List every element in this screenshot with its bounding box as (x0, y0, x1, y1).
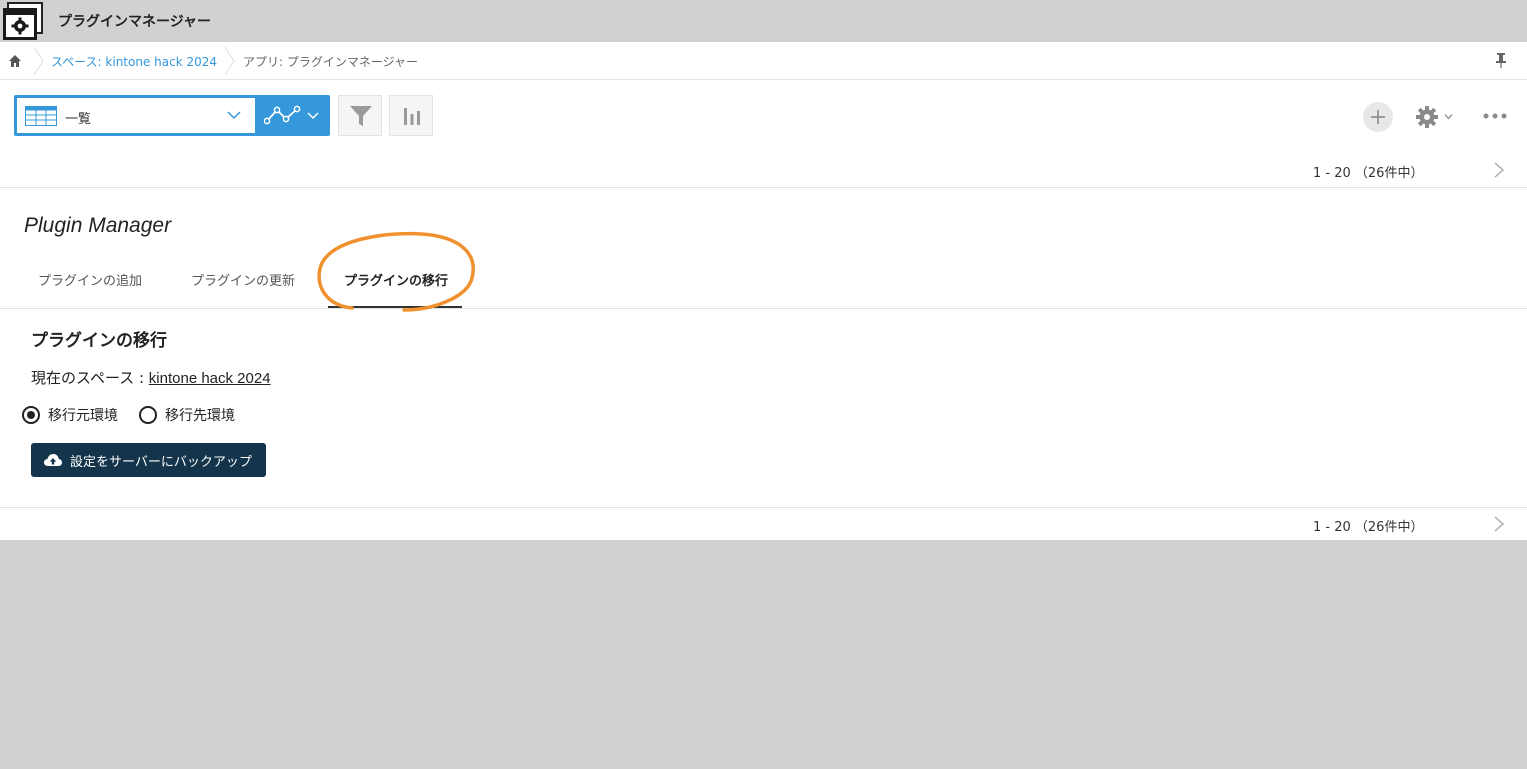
plugin-manager-title: Plugin Manager (24, 214, 172, 237)
radio-button-checked[interactable] (22, 406, 40, 424)
view-selector[interactable]: 一覧 (14, 95, 330, 136)
bar-chart-icon (404, 108, 420, 125)
pin-icon[interactable] (1495, 52, 1507, 68)
more-options-icon[interactable] (1482, 112, 1508, 120)
home-icon[interactable] (8, 54, 22, 68)
plus-icon (1371, 110, 1385, 124)
radio-source-label: 移行元環境 (48, 408, 118, 424)
breadcrumb-app: アプリ: プラグインマネージャー (243, 55, 419, 69)
breadcrumb-separator-icon (33, 46, 44, 76)
pager-range: 1 - 20 （26件中） (1313, 166, 1424, 181)
pager-range: 1 - 20 （26件中） (1313, 520, 1424, 535)
radio-target-label: 移行先環境 (165, 408, 235, 424)
view-label: 一覧 (65, 112, 92, 127)
tab-add-plugin[interactable]: プラグインの追加 (38, 270, 142, 289)
backup-to-server-button[interactable]: 設定をサーバーにバックアップ (31, 443, 266, 477)
view-dropdown[interactable]: 一覧 (17, 98, 255, 133)
tabs-border (0, 308, 1527, 309)
chevron-down-icon[interactable] (307, 111, 319, 120)
content-panel: スペース: kintone hack 2024 アプリ: プラグインマネージャー (0, 42, 1527, 540)
current-space: 現在のスペース : kintone hack 2024 (31, 367, 271, 388)
chevron-down-icon[interactable] (1444, 113, 1453, 120)
gear-icon[interactable] (1415, 105, 1439, 129)
chevron-down-icon (227, 111, 241, 120)
breadcrumb: スペース: kintone hack 2024 アプリ: プラグインマネージャー (0, 42, 1527, 80)
tab-update-plugin[interactable]: プラグインの更新 (191, 270, 295, 289)
app-title: プラグインマネージャー (58, 14, 212, 30)
current-space-label: 現在のスペース : (31, 369, 149, 387)
filter-button[interactable] (338, 95, 382, 136)
chevron-right-icon[interactable] (1493, 516, 1505, 532)
backup-button-label: 設定をサーバーにバックアップ (70, 454, 252, 470)
app-settings-icon[interactable] (2, 2, 44, 42)
graph-icon[interactable] (264, 104, 304, 126)
breadcrumb-space-link[interactable]: スペース: kintone hack 2024 (51, 53, 217, 70)
highlight-circle-annotation (317, 231, 475, 312)
divider (0, 187, 1527, 188)
radio-button[interactable] (139, 406, 157, 424)
table-view-icon (25, 106, 57, 126)
radio-target-env[interactable]: 移行先環境 (139, 405, 235, 425)
toolbar: 一覧 (0, 80, 1527, 144)
radio-source-env[interactable]: 移行元環境 (22, 405, 118, 425)
section-title: プラグインの移行 (31, 331, 167, 351)
breadcrumb-separator-icon (224, 46, 235, 76)
add-record-button[interactable] (1363, 102, 1393, 132)
app-header: プラグインマネージャー (0, 0, 1527, 42)
chevron-right-icon[interactable] (1493, 162, 1505, 178)
cloud-upload-icon (44, 454, 62, 466)
filter-icon (350, 106, 372, 126)
pager-bottom: 1 - 20 （26件中） (0, 504, 1527, 544)
graph-button[interactable] (389, 95, 433, 136)
pager-top: 1 - 20 （26件中） (0, 150, 1527, 190)
current-space-link[interactable]: kintone hack 2024 (149, 370, 271, 387)
